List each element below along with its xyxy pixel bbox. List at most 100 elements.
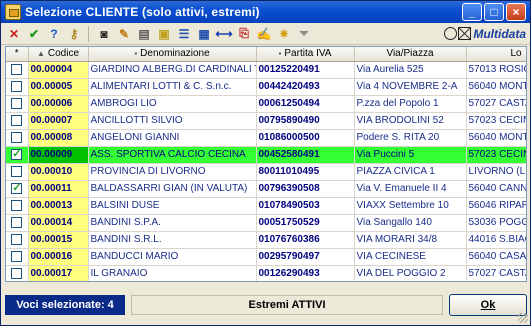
cell-via: Via 4 NOVEMBRE 2-A xyxy=(354,78,467,96)
cell-partita-iva: 00295790497 xyxy=(256,248,355,266)
cell-denominazione: BANDUCCI MARIO xyxy=(88,248,257,266)
row-checkbox[interactable] xyxy=(11,131,23,143)
cell-partita-iva: 00795890490 xyxy=(256,112,355,130)
cell-denominazione: IL GRANAIO xyxy=(88,265,257,281)
col-header-partita-iva[interactable]: ▪ Partita IVA xyxy=(256,47,355,62)
ok-button[interactable]: Ok xyxy=(449,294,527,316)
filter-icon[interactable]: ⏷ xyxy=(295,25,313,43)
table-row[interactable]: 00.00006 AMBROGI LIO 00061250494 P.zza del … xyxy=(6,95,526,113)
edit-icon[interactable]: ✎ xyxy=(115,25,133,43)
table-row[interactable]: 00.00005 ALIMENTARI LOTTI & C. S.n.c. 0044… xyxy=(6,78,526,96)
cell-partita-iva: 00126290493 xyxy=(256,265,355,281)
status-bar: Voci selezionate: 4 Estremi ATTIVI Ok xyxy=(5,288,527,322)
help-icon[interactable]: ? xyxy=(45,25,63,43)
row-checkbox[interactable] xyxy=(11,233,23,245)
cell-partita-iva: 00051750529 xyxy=(256,214,355,232)
row-checkbox[interactable] xyxy=(11,181,23,194)
cell-codice: 00.00004 xyxy=(28,61,89,79)
cell-localita: 56040 CASALE M.M xyxy=(466,248,526,266)
cell-denominazione: PROVINCIA DI LIVORNO xyxy=(88,163,257,181)
selected-count: Voci selezionate: 4 xyxy=(5,295,125,315)
cell-codice: 00.00017 xyxy=(28,265,89,281)
cell-codice: 00.00005 xyxy=(28,78,89,96)
table-row[interactable]: 00.00014 BANDINI S.P.A. 00051750529 Via San… xyxy=(6,214,526,232)
row-select-cell xyxy=(6,129,29,147)
table-row[interactable]: 00.00007 ANCILLOTTI SILVIO 00795890490 VIA … xyxy=(6,112,526,130)
row-checkbox[interactable] xyxy=(11,80,23,92)
image-icon[interactable]: ▣ xyxy=(155,25,173,43)
table-row[interactable]: 00.00009ASS. SPORTIVA CALCIO CECINA00452… xyxy=(6,146,526,164)
row-checkbox[interactable] xyxy=(11,147,23,160)
cell-denominazione: AMBROGI LIO xyxy=(88,95,257,113)
row-select-cell xyxy=(6,95,29,113)
row-select-cell xyxy=(6,163,29,181)
multidata-toggle[interactable]: Multidata xyxy=(444,25,526,43)
cell-via: Via Aurelia 525 xyxy=(354,61,467,79)
cell-localita: 56040 CANNETO (P xyxy=(466,180,526,198)
doc-star-icon[interactable]: ✷ xyxy=(275,25,293,43)
table-row[interactable]: 00.00004GIARDINO ALBERG.DI CARDINALI T U… xyxy=(6,61,526,79)
row-checkbox[interactable] xyxy=(11,216,23,228)
cell-denominazione: BANDINI S.P.A. xyxy=(88,214,257,232)
grid-icon[interactable]: ▦ xyxy=(195,25,213,43)
check-icon[interactable]: ✔ xyxy=(25,25,43,43)
resize-grip[interactable] xyxy=(518,313,528,323)
row-checkbox[interactable] xyxy=(11,250,23,262)
col-header-localita[interactable]: Lo xyxy=(466,47,526,62)
list-icon[interactable]: ☰ xyxy=(175,25,193,43)
binoculars-icon[interactable]: ◙ xyxy=(95,25,113,43)
table-row[interactable]: 00.00010 PROVINCIA DI LIVORNO 80011010495 P… xyxy=(6,163,526,181)
doc-export-icon[interactable]: ⎘ xyxy=(235,25,253,43)
app-folder-icon xyxy=(5,4,21,20)
row-checkbox[interactable] xyxy=(11,97,23,109)
doc-edit-icon[interactable]: ✍ xyxy=(255,25,273,43)
cell-denominazione: ANGELONI GIANNI xyxy=(88,129,257,147)
row-checkbox[interactable] xyxy=(11,114,23,126)
cell-partita-iva: 00061250494 xyxy=(256,95,355,113)
table-row[interactable]: 00.00008 ANGELONI GIANNI 01086000500 Podere… xyxy=(6,129,526,147)
col-header-codice[interactable]: ▲ Codice xyxy=(28,47,89,62)
row-checkbox[interactable] xyxy=(11,199,23,211)
row-checkbox[interactable] xyxy=(11,267,23,279)
cell-localita: LIVORNO (LI) xyxy=(466,163,526,181)
col-header-via[interactable]: Via/Piazza xyxy=(354,47,467,62)
row-select-cell xyxy=(6,231,29,249)
table-row[interactable]: 00.00013 BALSINI DUSE 01078490503 VIAXX Set… xyxy=(6,197,526,215)
grid-body: 00.00004GIARDINO ALBERG.DI CARDINALI T U… xyxy=(6,61,526,281)
move-icon[interactable]: ⟷ xyxy=(215,25,233,43)
row-select-cell xyxy=(6,78,29,96)
cell-codice: 00.00014 xyxy=(28,214,89,232)
row-select-cell xyxy=(6,112,29,130)
row-checkbox[interactable] xyxy=(11,63,23,75)
clients-grid[interactable]: * ▲ Codice ▪ Denominazione ▪ Partita IVA Vi… xyxy=(5,46,527,282)
title-bar[interactable]: Selezione CLIENTE (solo attivi, estremi)… xyxy=(1,1,530,23)
document-icon[interactable]: ▤ xyxy=(135,25,153,43)
row-checkbox[interactable] xyxy=(11,165,23,177)
table-row[interactable]: 00.00017 IL GRANAIO 00126290493 VIA DEL POG… xyxy=(6,265,526,281)
cell-codice: 00.00010 xyxy=(28,163,89,181)
cell-codice: 00.00008 xyxy=(28,129,89,147)
cell-codice: 00.00011 xyxy=(28,180,89,198)
cell-denominazione: ALIMENTARI LOTTI & C. S.n.c. xyxy=(88,78,257,96)
minimize-button[interactable]: _ xyxy=(462,3,482,21)
maximize-button[interactable]: □ xyxy=(484,3,504,21)
cell-via: P.zza del Popolo 1 xyxy=(354,95,467,113)
toolbar: ✕ ✔ ? ⚷ ◙ ✎ ▤ ▣ ☰ ▦ ⟷ ⎘ ✍ ✷ ⏷ Multidata xyxy=(1,23,530,45)
key-icon[interactable]: ⚷ xyxy=(65,25,83,43)
cell-denominazione: BANDINI S.R.L. xyxy=(88,231,257,249)
table-row[interactable]: 00.00016 BANDUCCI MARIO 00295790497 VIA CEC… xyxy=(6,248,526,266)
cell-via: Podere S. RITA 20 xyxy=(354,129,467,147)
row-select-cell xyxy=(6,248,29,266)
col-header-select[interactable]: * xyxy=(6,47,29,62)
table-row[interactable]: 00.00015 BANDINI S.R.L. 01076760386 VIA MOR… xyxy=(6,231,526,249)
close-window-button[interactable]: × xyxy=(506,3,526,21)
table-row[interactable]: 00.00011BALDASSARRI GIAN (IN VALUTA)0079… xyxy=(6,180,526,198)
cell-denominazione: ANCILLOTTI SILVIO xyxy=(88,112,257,130)
cell-partita-iva: 00452580491 xyxy=(256,146,355,164)
col-header-denominazione[interactable]: ▪ Denominazione xyxy=(88,47,257,62)
cell-partita-iva: 00442420493 xyxy=(256,78,355,96)
window-title: Selezione CLIENTE (solo attivi, estremi) xyxy=(25,5,260,19)
close-x-icon[interactable]: ✕ xyxy=(5,25,23,43)
cell-denominazione: BALSINI DUSE xyxy=(88,197,257,215)
cell-denominazione: BALDASSARRI GIAN (IN VALUTA) xyxy=(88,180,257,198)
